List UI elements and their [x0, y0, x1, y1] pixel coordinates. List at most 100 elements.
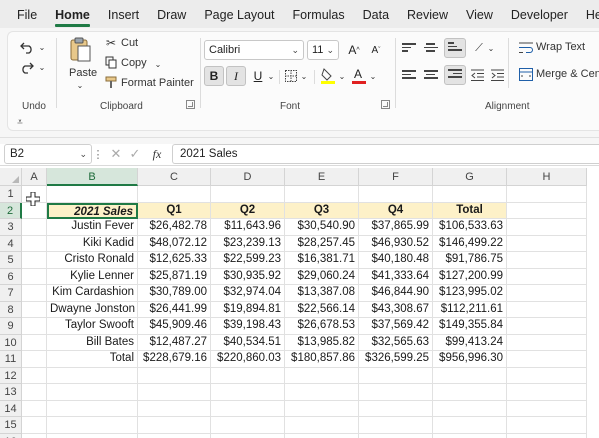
format-painter-icon[interactable]	[104, 75, 118, 89]
tab-home[interactable]: Home	[55, 0, 90, 28]
customize-quick-access-icon[interactable]: ⩡	[14, 116, 26, 128]
cell-c9[interactable]: $45,909.46	[138, 318, 211, 335]
cell-c13[interactable]	[138, 384, 211, 401]
cut-button[interactable]: Cut	[121, 37, 138, 49]
cell-d15[interactable]	[211, 417, 285, 434]
cell-g9[interactable]: $149,355.84	[433, 318, 507, 335]
cell-e3[interactable]: $30,540.90	[285, 219, 359, 236]
row-header-11[interactable]: 11	[0, 351, 22, 368]
row-header-14[interactable]: 14	[0, 400, 22, 417]
cell-b9[interactable]: Taylor Swooft	[47, 318, 138, 335]
cell-g4[interactable]: $146,499.22	[433, 235, 507, 252]
cell-d13[interactable]	[211, 384, 285, 401]
cell-b2[interactable]: 2021 Sales	[47, 202, 138, 219]
cell-h3[interactable]	[507, 219, 587, 236]
cell-a13[interactable]	[22, 384, 47, 401]
cell-c6[interactable]: $25,871.19	[138, 268, 211, 285]
cell-b7[interactable]: Kim Cardashion	[47, 285, 138, 302]
row-header-1[interactable]: 1	[0, 186, 22, 203]
cell-e15[interactable]	[285, 417, 359, 434]
cell-e9[interactable]: $26,678.53	[285, 318, 359, 335]
cell-e13[interactable]	[285, 384, 359, 401]
row-header-16[interactable]: 16	[0, 433, 22, 438]
cell-c4[interactable]: $48,072.12	[138, 235, 211, 252]
italic-button[interactable]: I	[226, 66, 246, 86]
cell-b3[interactable]: Justin Fever	[47, 219, 138, 236]
cell-g13[interactable]	[433, 384, 507, 401]
align-bottom-button[interactable]	[444, 38, 466, 58]
cell-c15[interactable]	[138, 417, 211, 434]
cancel-icon[interactable]: ✕	[108, 146, 124, 162]
row-header-12[interactable]: 12	[0, 367, 22, 384]
align-top-icon[interactable]	[402, 43, 416, 55]
row-header-8[interactable]: 8	[0, 301, 22, 318]
cell-d7[interactable]: $32,974.04	[211, 285, 285, 302]
cell-f2[interactable]: Q4	[359, 202, 433, 219]
cell-e5[interactable]: $16,381.71	[285, 252, 359, 269]
cell-g12[interactable]	[433, 367, 507, 384]
cell-h12[interactable]	[507, 367, 587, 384]
fill-color-dropdown-icon[interactable]: ⌄	[337, 70, 347, 82]
cell-d6[interactable]: $30,935.92	[211, 268, 285, 285]
cell-f14[interactable]	[359, 400, 433, 417]
redo-icon[interactable]	[18, 58, 36, 76]
column-header-d[interactable]: D	[211, 168, 285, 186]
wrap-text-button[interactable]: Wrap Text	[536, 41, 585, 53]
insert-function-icon[interactable]: fx	[148, 146, 166, 162]
cell-d5[interactable]: $22,599.23	[211, 252, 285, 269]
cell-e12[interactable]	[285, 367, 359, 384]
cell-f13[interactable]	[359, 384, 433, 401]
cell-f16[interactable]	[359, 433, 433, 438]
cell-h14[interactable]	[507, 400, 587, 417]
align-right-button[interactable]	[444, 65, 466, 85]
cell-c7[interactable]: $30,789.00	[138, 285, 211, 302]
cell-f6[interactable]: $41,333.64	[359, 268, 433, 285]
paste-icon[interactable]	[68, 36, 94, 64]
cell-f7[interactable]: $46,844.90	[359, 285, 433, 302]
cell-f1[interactable]	[359, 186, 433, 203]
row-header-7[interactable]: 7	[0, 285, 22, 302]
tab-view[interactable]: View	[466, 0, 493, 28]
row-header-10[interactable]: 10	[0, 334, 22, 351]
cell-a6[interactable]	[22, 268, 47, 285]
cell-b4[interactable]: Kiki Kadid	[47, 235, 138, 252]
cell-h11[interactable]	[507, 351, 587, 368]
merge-center-button[interactable]: Merge & Cente	[536, 68, 599, 80]
column-header-g[interactable]: G	[433, 168, 507, 186]
tab-data[interactable]: Data	[363, 0, 389, 28]
cell-a5[interactable]	[22, 252, 47, 269]
cell-a11[interactable]	[22, 351, 47, 368]
cell-g8[interactable]: $112,211.61	[433, 301, 507, 318]
column-header-e[interactable]: E	[285, 168, 359, 186]
font-size-combo[interactable]: 11 ⌄	[307, 40, 339, 60]
cell-a9[interactable]	[22, 318, 47, 335]
tab-page-layout[interactable]: Page Layout	[204, 0, 274, 28]
cell-d10[interactable]: $40,534.51	[211, 334, 285, 351]
underline-button[interactable]: U	[248, 66, 268, 86]
column-header-c[interactable]: C	[138, 168, 211, 186]
select-all-button[interactable]	[0, 168, 22, 186]
row-header-13[interactable]: 13	[0, 384, 22, 401]
cell-a7[interactable]	[22, 285, 47, 302]
cell-h5[interactable]	[507, 252, 587, 269]
decrease-font-size-icon[interactable]: Aˇ	[366, 40, 386, 60]
cell-h2[interactable]	[507, 202, 587, 219]
cell-a10[interactable]	[22, 334, 47, 351]
cell-f3[interactable]: $37,865.99	[359, 219, 433, 236]
cell-h13[interactable]	[507, 384, 587, 401]
column-header-h[interactable]: H	[507, 168, 587, 186]
cell-b16[interactable]	[47, 433, 138, 438]
cell-b15[interactable]	[47, 417, 138, 434]
cell-f9[interactable]: $37,569.42	[359, 318, 433, 335]
cell-e14[interactable]	[285, 400, 359, 417]
cell-g6[interactable]: $127,200.99	[433, 268, 507, 285]
cell-f12[interactable]	[359, 367, 433, 384]
tab-help[interactable]: Help	[586, 0, 599, 28]
cell-d16[interactable]	[211, 433, 285, 438]
cell-h10[interactable]	[507, 334, 587, 351]
enter-icon[interactable]: ✓	[127, 146, 143, 162]
cell-c14[interactable]	[138, 400, 211, 417]
cell-f8[interactable]: $43,308.67	[359, 301, 433, 318]
cell-b11[interactable]: Total	[47, 351, 138, 368]
cell-c10[interactable]: $12,487.27	[138, 334, 211, 351]
